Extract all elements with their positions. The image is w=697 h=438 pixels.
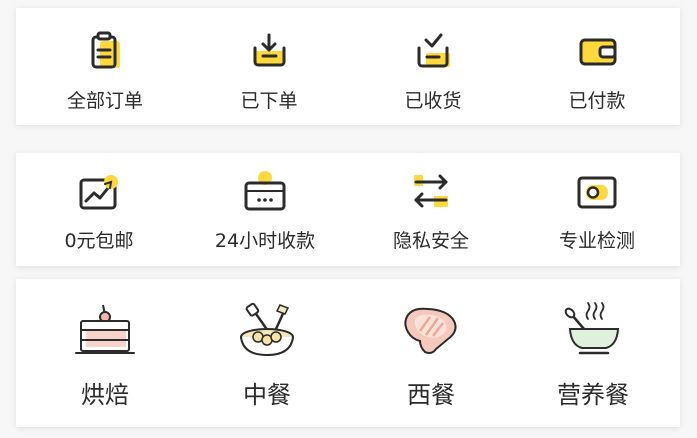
professional-inspection-label: 专业检测 <box>558 230 635 252</box>
paid-orders-label: 已付款 <box>568 90 626 112</box>
wok-icon <box>240 302 294 357</box>
category-baking-label: 烘焙 <box>81 381 129 409</box>
category-nutrition-meal[interactable]: 营养餐 <box>510 279 676 427</box>
category-baking[interactable]: 烘焙 <box>22 279 188 427</box>
paid-orders-button[interactable]: 已付款 <box>514 8 680 125</box>
fast-payment-item[interactable]: 24小时收款 <box>182 153 348 266</box>
free-shipping-item[interactable]: 0元包邮 <box>16 153 182 266</box>
food-categories-card: 烘焙 中餐 西餐 营养餐 <box>16 279 680 427</box>
placed-orders-label: 已下单 <box>240 90 298 112</box>
category-western-food[interactable]: 西餐 <box>348 279 514 427</box>
placed-orders-button[interactable]: 已下单 <box>186 8 352 125</box>
received-orders-button[interactable]: 已收货 <box>350 8 516 125</box>
payment-card-icon <box>244 171 286 211</box>
all-orders-button[interactable]: 全部订单 <box>22 8 188 125</box>
category-western-food-label: 西餐 <box>407 381 455 409</box>
privacy-security-item[interactable]: 隐私安全 <box>348 153 514 266</box>
clipboard-icon <box>91 31 120 69</box>
category-nutrition-meal-label: 营养餐 <box>557 381 629 409</box>
free-shipping-label: 0元包邮 <box>64 230 134 252</box>
inbox-download-icon <box>253 33 286 67</box>
swap-arrows-icon <box>414 174 448 208</box>
received-orders-label: 已收货 <box>404 90 462 112</box>
category-chinese-food[interactable]: 中餐 <box>184 279 350 427</box>
all-orders-label: 全部订单 <box>66 90 143 112</box>
inspection-toggle-icon <box>577 176 617 209</box>
steak-icon <box>404 307 457 354</box>
category-chinese-food-label: 中餐 <box>243 381 291 409</box>
privacy-security-label: 隐私安全 <box>392 230 469 252</box>
wallet-icon <box>579 38 617 66</box>
fast-payment-label: 24小时收款 <box>214 230 316 252</box>
professional-inspection-item[interactable]: 专业检测 <box>514 153 680 266</box>
trend-chart-icon <box>79 175 118 210</box>
service-features-card: 0元包邮 24小时收款 隐私安全 专业检测 <box>16 153 680 266</box>
soup-bowl-icon <box>564 302 620 355</box>
cake-icon <box>75 304 135 354</box>
order-status-card: 全部订单 已下单 已收货 已付款 <box>16 8 680 125</box>
box-check-icon <box>417 33 450 68</box>
